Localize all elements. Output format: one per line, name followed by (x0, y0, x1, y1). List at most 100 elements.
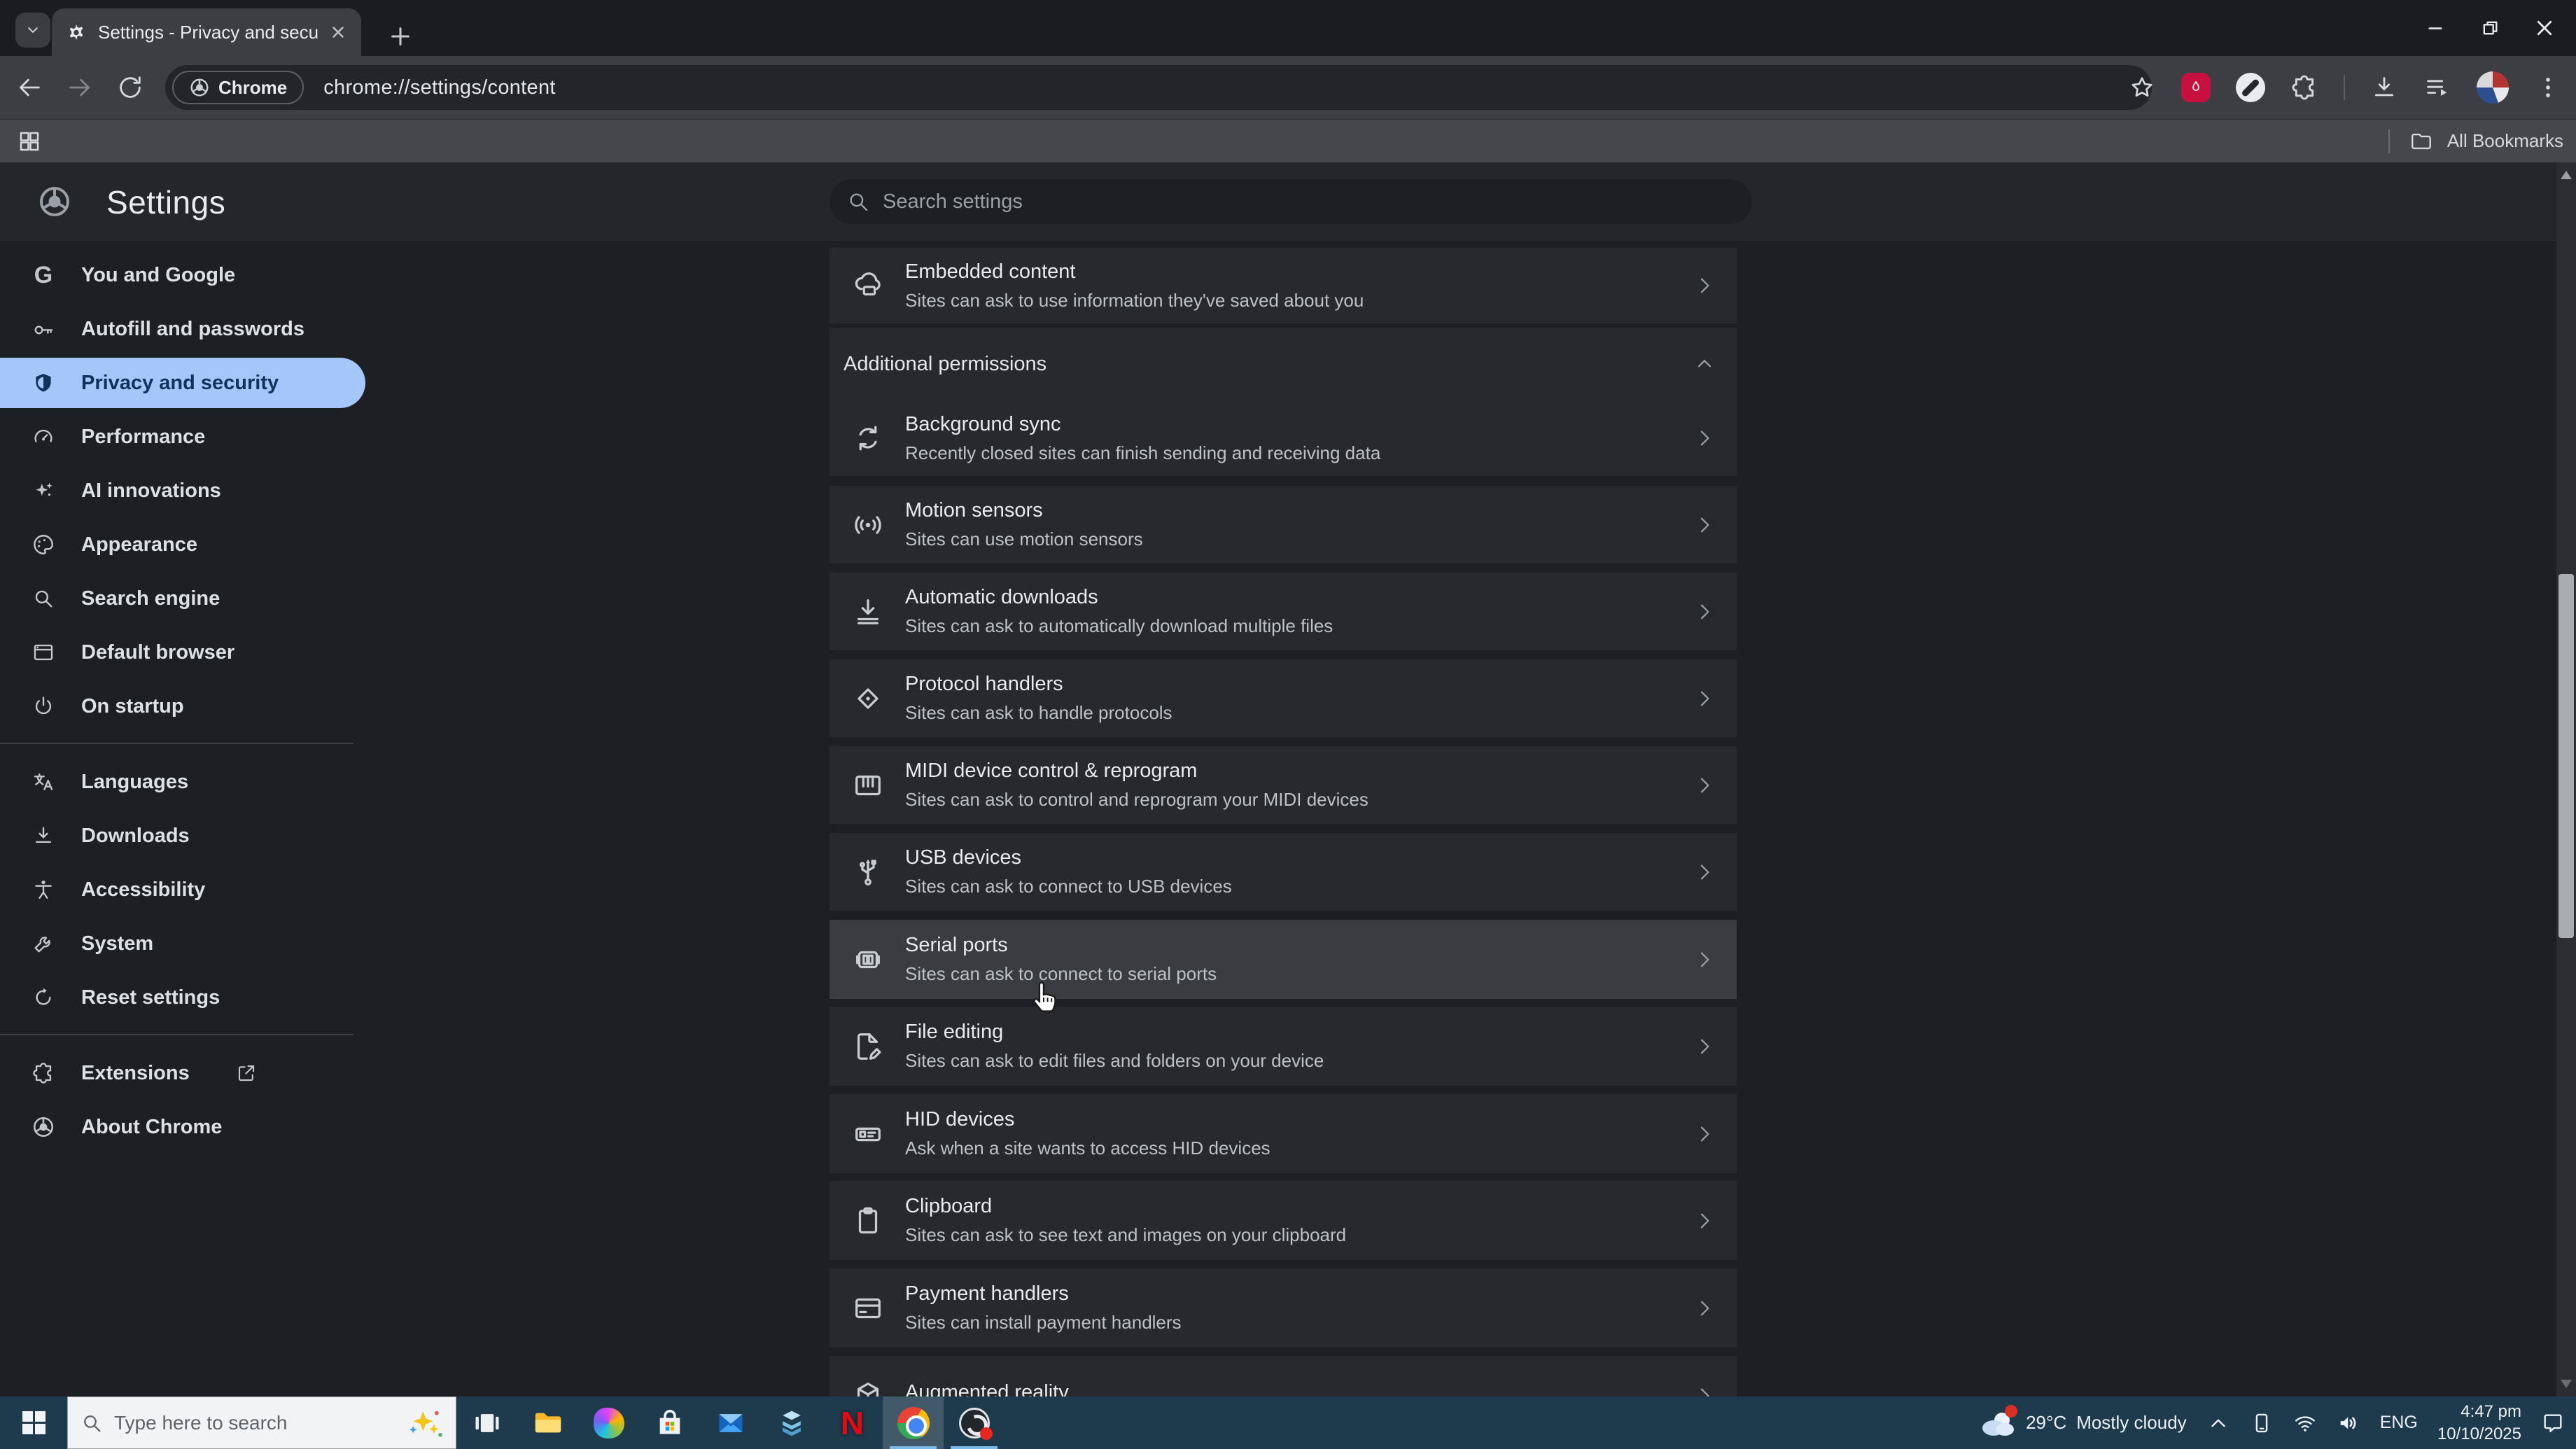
permission-row-hid-devices[interactable]: HID devices Ask when a site wants to acc… (830, 1094, 1737, 1173)
search-icon (850, 193, 868, 211)
sidebar-item-on-startup[interactable]: On startup (0, 681, 365, 732)
volume-icon[interactable] (2337, 1411, 2360, 1435)
permission-row-file-editing[interactable]: File editing Sites can ask to edit files… (830, 1007, 1737, 1086)
window-restore-button[interactable] (2463, 0, 2517, 56)
hid-devices-icon (855, 1127, 881, 1141)
chevron-right-icon (1700, 1213, 1709, 1228)
permission-row-usb-devices[interactable]: USB devices Sites can ask to connect to … (830, 833, 1737, 911)
extensions-puzzle-icon[interactable] (2290, 74, 2318, 102)
url-chip[interactable]: Chrome (172, 71, 304, 104)
browser-titlebar: Settings - Privacy and security (0, 0, 2576, 56)
sidebar-item-search-engine[interactable]: Search engine (0, 573, 365, 624)
sidebar-item-reset-settings[interactable]: Reset settings (0, 972, 365, 1023)
permission-row-midi[interactable]: MIDI device control & reprogram Sites ca… (830, 746, 1737, 824)
permission-row-background-sync[interactable]: Background sync Recently closed sites ca… (830, 400, 1737, 476)
url-text: chrome://settings/content (323, 76, 556, 99)
sidebar-item-you-and-google[interactable]: G You and Google (0, 250, 365, 300)
scrollbar-thumb[interactable] (2558, 574, 2574, 938)
scrollbar-down-arrow-icon[interactable] (2561, 1380, 2572, 1388)
permission-row-clipboard[interactable]: Clipboard Sites can ask to see text and … (830, 1181, 1737, 1260)
taskbar-app-chrome[interactable] (883, 1396, 944, 1449)
settings-search-box[interactable] (830, 179, 1752, 224)
taskbar-app-shield[interactable] (761, 1396, 822, 1449)
browser-tab[interactable]: Settings - Privacy and security (52, 8, 361, 56)
payment-handlers-icon (855, 1298, 881, 1318)
taskbar-app-task-view[interactable] (456, 1396, 517, 1449)
permission-row-embedded-content[interactable]: Embedded content Sites can ask to use in… (830, 248, 1737, 323)
permission-desc: Sites can ask to see text and images on … (905, 1224, 1347, 1245)
sidebar-item-privacy-and-security[interactable]: Privacy and security (0, 358, 365, 408)
tab-close-icon[interactable] (329, 23, 347, 41)
tab-search-button[interactable] (15, 13, 50, 48)
page-scrollbar[interactable] (2556, 162, 2576, 1396)
permission-row-protocol-handlers[interactable]: Protocol handlers Sites can ask to handl… (830, 659, 1737, 737)
sidebar-item-system[interactable]: System (0, 918, 365, 969)
permission-row-serial-ports[interactable]: Serial ports Sites can ask to connect to… (830, 920, 1737, 999)
profile-avatar[interactable] (2477, 71, 2509, 104)
bookmark-star-icon[interactable] (2128, 74, 2156, 102)
permission-row-payment-handlers[interactable]: Payment handlers Sites can install payme… (830, 1268, 1737, 1348)
settings-content: Embedded content Sites can ask to use in… (830, 248, 1737, 1396)
reload-button[interactable] (115, 72, 146, 103)
taskbar-app-obs[interactable] (944, 1396, 1004, 1449)
power-icon (31, 694, 56, 719)
sidebar-item-extensions[interactable]: Extensions (0, 1048, 365, 1098)
media-list-icon[interactable] (2423, 74, 2451, 102)
copilot-icon (593, 1407, 624, 1438)
sidebar-item-downloads[interactable]: Downloads (0, 811, 365, 861)
clock-date: 10/10/2025 (2437, 1424, 2521, 1443)
permission-desc: Sites can install payment handlers (905, 1312, 1182, 1333)
back-button[interactable] (14, 72, 45, 103)
new-tab-button[interactable] (379, 15, 421, 57)
section-additional-permissions[interactable]: Additional permissions (830, 328, 1737, 400)
permission-row-motion-sensors[interactable]: Motion sensors Sites can use motion sens… (830, 486, 1737, 564)
extension-red-icon[interactable] (2181, 73, 2211, 102)
taskbar-app-mail[interactable] (700, 1396, 761, 1449)
chevron-right-icon (1700, 430, 1709, 446)
sidebar-item-about-chrome[interactable]: About Chrome (0, 1102, 365, 1152)
taskbar-app-microsoft-store[interactable] (639, 1396, 700, 1449)
sidebar-item-accessibility[interactable]: Accessibility (0, 864, 365, 915)
taskbar-search-input[interactable] (114, 1411, 396, 1434)
url-chip-label: Chrome (218, 76, 288, 98)
clock[interactable]: 4:47 pm 10/10/2025 (2437, 1401, 2521, 1444)
device-icon[interactable] (2250, 1411, 2274, 1435)
accessibility-icon (31, 877, 56, 902)
sidebar-item-appearance[interactable]: Appearance (0, 519, 365, 570)
notifications-icon[interactable] (2541, 1411, 2565, 1435)
sidebar-item-ai-innovations[interactable]: AI innovations (0, 465, 365, 516)
taskbar-app-file-explorer[interactable] (517, 1396, 578, 1449)
network-icon[interactable] (2293, 1411, 2317, 1435)
hidden-icons-chevron[interactable] (2206, 1411, 2230, 1435)
window-close-button[interactable] (2517, 0, 2572, 56)
permission-row-automatic-downloads[interactable]: Automatic downloads Sites can ask to aut… (830, 573, 1737, 650)
extension-circle-icon[interactable] (2236, 73, 2265, 102)
permission-desc: Sites can ask to connect to serial ports (905, 963, 1217, 984)
sidebar-item-default-browser[interactable]: Default browser (0, 627, 365, 678)
window-minimize-button[interactable] (2408, 0, 2463, 56)
permission-title: Motion sensors (905, 499, 1043, 522)
forward-button[interactable] (64, 72, 95, 103)
all-bookmarks-label: All Bookmarks (2446, 130, 2563, 151)
downloads-icon[interactable] (2370, 74, 2398, 102)
start-button[interactable] (0, 1396, 67, 1449)
permission-desc: Sites can ask to connect to USB devices (905, 876, 1232, 897)
all-bookmarks-button[interactable]: All Bookmarks (2388, 129, 2563, 153)
taskbar-app-netflix[interactable]: N (822, 1396, 883, 1449)
permission-row-augmented-reality[interactable]: Augmented reality (830, 1356, 1737, 1396)
sidebar-item-languages[interactable]: Languages (0, 757, 365, 807)
menu-kebab-icon[interactable] (2534, 74, 2562, 102)
chevron-right-icon (1700, 952, 1709, 967)
taskbar-app-copilot[interactable] (578, 1396, 639, 1449)
sidebar-item-performance[interactable]: Performance (0, 412, 365, 462)
weather-widget[interactable]: 29°C Mostly cloudy (1980, 1404, 2187, 1438)
apps-grid-icon[interactable] (17, 129, 42, 154)
gear-icon (69, 24, 83, 40)
taskbar-search-box[interactable] (67, 1396, 456, 1449)
omnibox[interactable]: Chrome chrome://settings/content (165, 65, 2152, 110)
settings-search-input[interactable] (883, 190, 1735, 214)
scrollbar-up-arrow-icon[interactable] (2561, 171, 2572, 179)
sidebar-item-autofill[interactable]: Autofill and passwords (0, 304, 365, 354)
browser-toolbar: Chrome chrome://settings/content (0, 56, 2576, 119)
language-indicator[interactable]: ENG (2380, 1413, 2418, 1433)
